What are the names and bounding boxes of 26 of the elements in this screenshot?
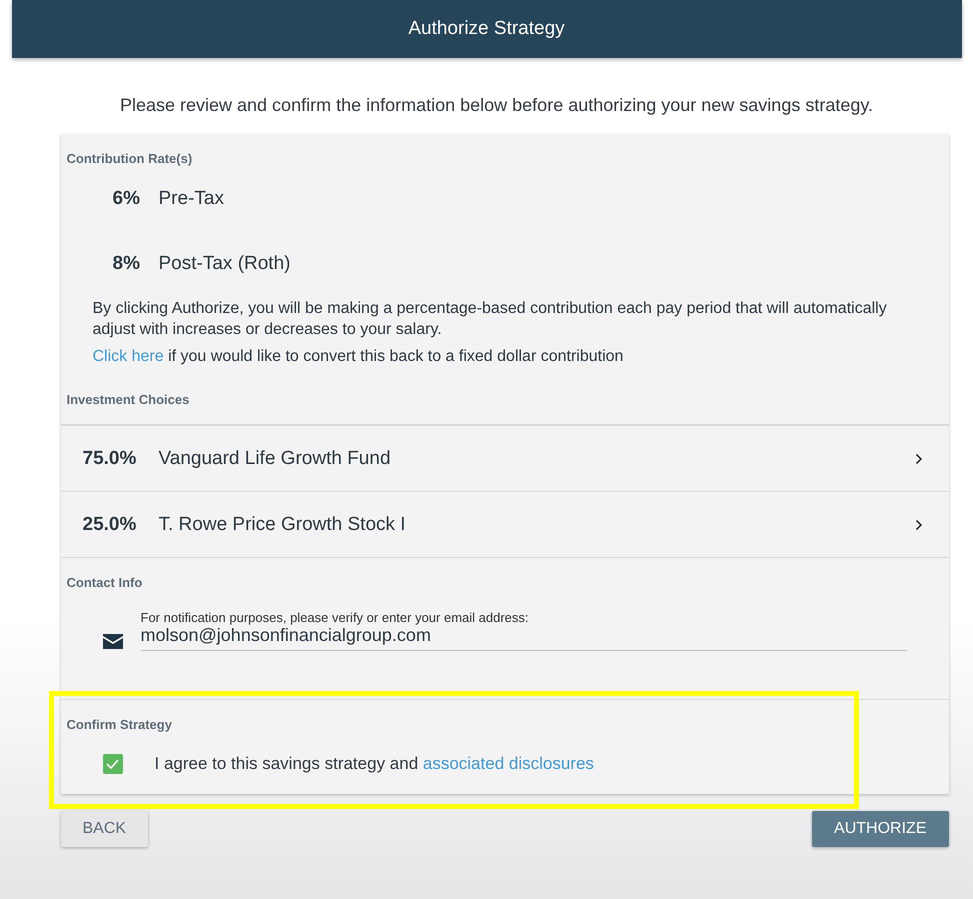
section-heading: Investment Choices [66,392,190,407]
click-here-link[interactable]: Click here [92,348,164,365]
fund-row[interactable]: 75.0% Vanguard Life Growth Fund [60,425,948,491]
page-title: Authorize Strategy [12,0,962,58]
agree-text: I agree to this savings strategy and associated disclosures [154,754,594,774]
email-field[interactable]: molson@johnsonfinancialgroup.com [140,625,906,651]
back-button[interactable]: BACK [60,811,148,847]
agree-checkbox[interactable] [102,754,122,774]
section-heading: Contribution Rate(s) [66,151,194,166]
envelope-icon [102,634,122,649]
authorize-button[interactable]: AUTHORIZE [812,811,948,847]
checkmark-icon [106,759,119,769]
fund-row[interactable]: 25.0% T. Rowe Price Growth Stock I [60,491,948,557]
notice-text: By clicking Authorize, you will be making a percentage-based contribution each pay period that will automatically adjust with increases or decreases to your salary. [92,299,888,340]
chevron-right-icon [914,518,922,530]
rate-label: Pre-Tax [158,188,224,210]
rate-label: Post-Tax (Roth) [158,252,290,274]
convert-text: Click here if you would like to convert this back to a fixed dollar contribution [92,348,624,366]
intro-text: Please review and confirm the information below before authorizing your new savings strategy. [118,95,874,116]
section-heading: Contact Info [66,575,144,590]
section-heading: Confirm Strategy [66,717,173,732]
rate-percent: 6% [112,188,141,210]
rate-percent: 8% [112,252,141,274]
disclosures-link[interactable]: associated disclosures [422,754,594,773]
chevron-right-icon [914,452,922,464]
field-label: For notification purposes, please verify or enter your email address: [140,610,530,625]
